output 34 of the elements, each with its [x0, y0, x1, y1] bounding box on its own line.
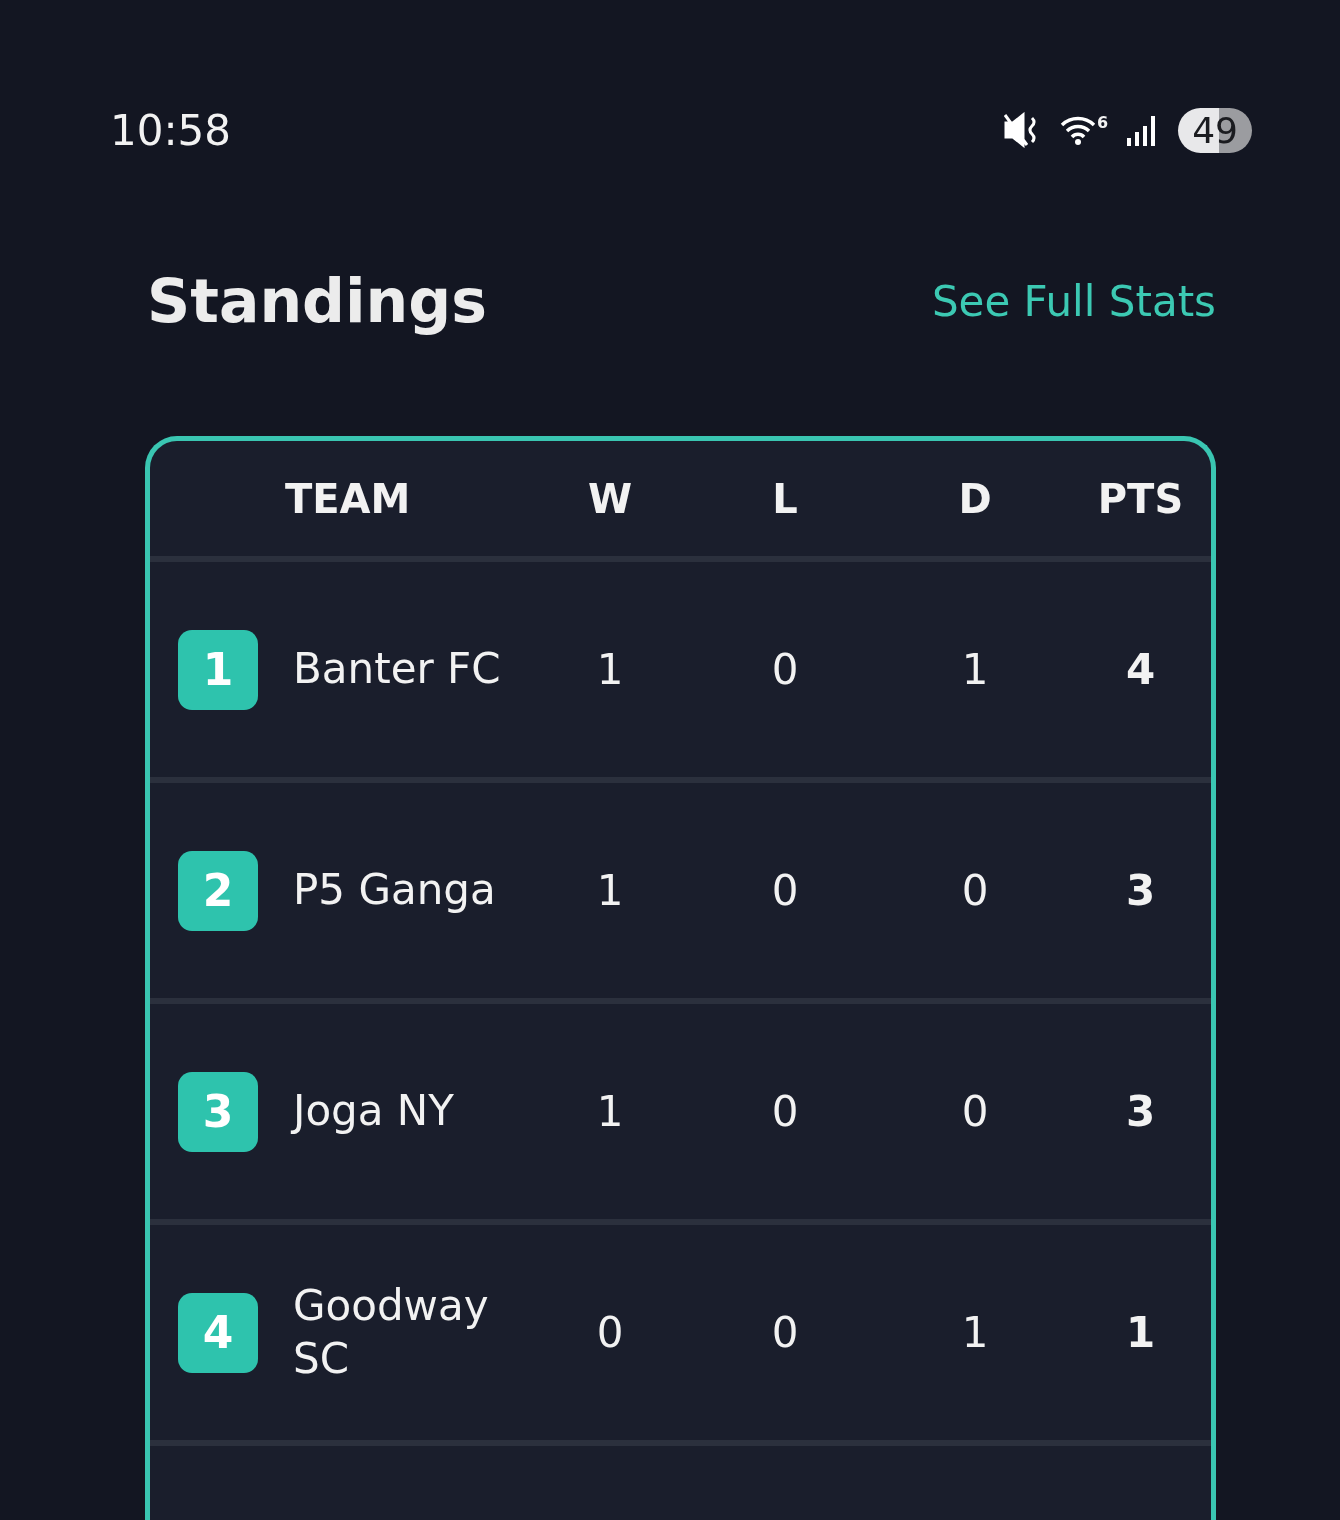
team-name: Goodway SC — [293, 1280, 490, 1385]
table-cell-text: 3 — [1124, 1087, 1157, 1136]
battery-indicator: 49 — [1178, 107, 1252, 153]
table-cell-text: 1 — [595, 866, 625, 915]
table-cell-text: 4 — [1124, 645, 1157, 694]
team-name: P5 Ganga — [293, 864, 497, 917]
rank-badge: 1 — [178, 629, 258, 710]
section-title: Standings — [147, 266, 487, 336]
rank-badge: 4 — [178, 1292, 258, 1373]
wifi-label: 6 — [1097, 115, 1109, 131]
table-cell-text: 1 — [595, 1087, 625, 1136]
table-cell-text: 0 — [770, 1087, 800, 1136]
table-cell-text: 0 — [770, 1308, 800, 1357]
rank-badge: 3 — [178, 1071, 258, 1152]
table-cell-text: 1 — [595, 645, 625, 694]
wifi-icon — [1060, 115, 1097, 145]
table-cell-text: 0 — [770, 866, 800, 915]
column-header: L — [771, 475, 799, 522]
table-cell-text: 1 — [960, 1308, 990, 1357]
status-time: 10:58 — [110, 105, 232, 155]
table-cell-text: 0 — [595, 1308, 625, 1357]
table-cell-text: 0 — [960, 1087, 990, 1136]
column-header: D — [957, 475, 993, 522]
table-cell-text: 0 — [770, 645, 800, 694]
table-cell-text: 0 — [960, 866, 990, 915]
rank-badge: 2 — [178, 850, 258, 931]
table-cell-text: 1 — [1124, 1308, 1157, 1357]
column-header: W — [586, 475, 634, 522]
column-header: TEAM — [284, 475, 412, 522]
table-cell-text: 3 — [1124, 866, 1157, 915]
table-cell-text: 1 — [960, 645, 990, 694]
team-name: Banter FC — [293, 643, 502, 696]
column-header: PTS — [1096, 475, 1185, 522]
see-full-stats-link[interactable]: See Full Stats — [931, 276, 1216, 326]
